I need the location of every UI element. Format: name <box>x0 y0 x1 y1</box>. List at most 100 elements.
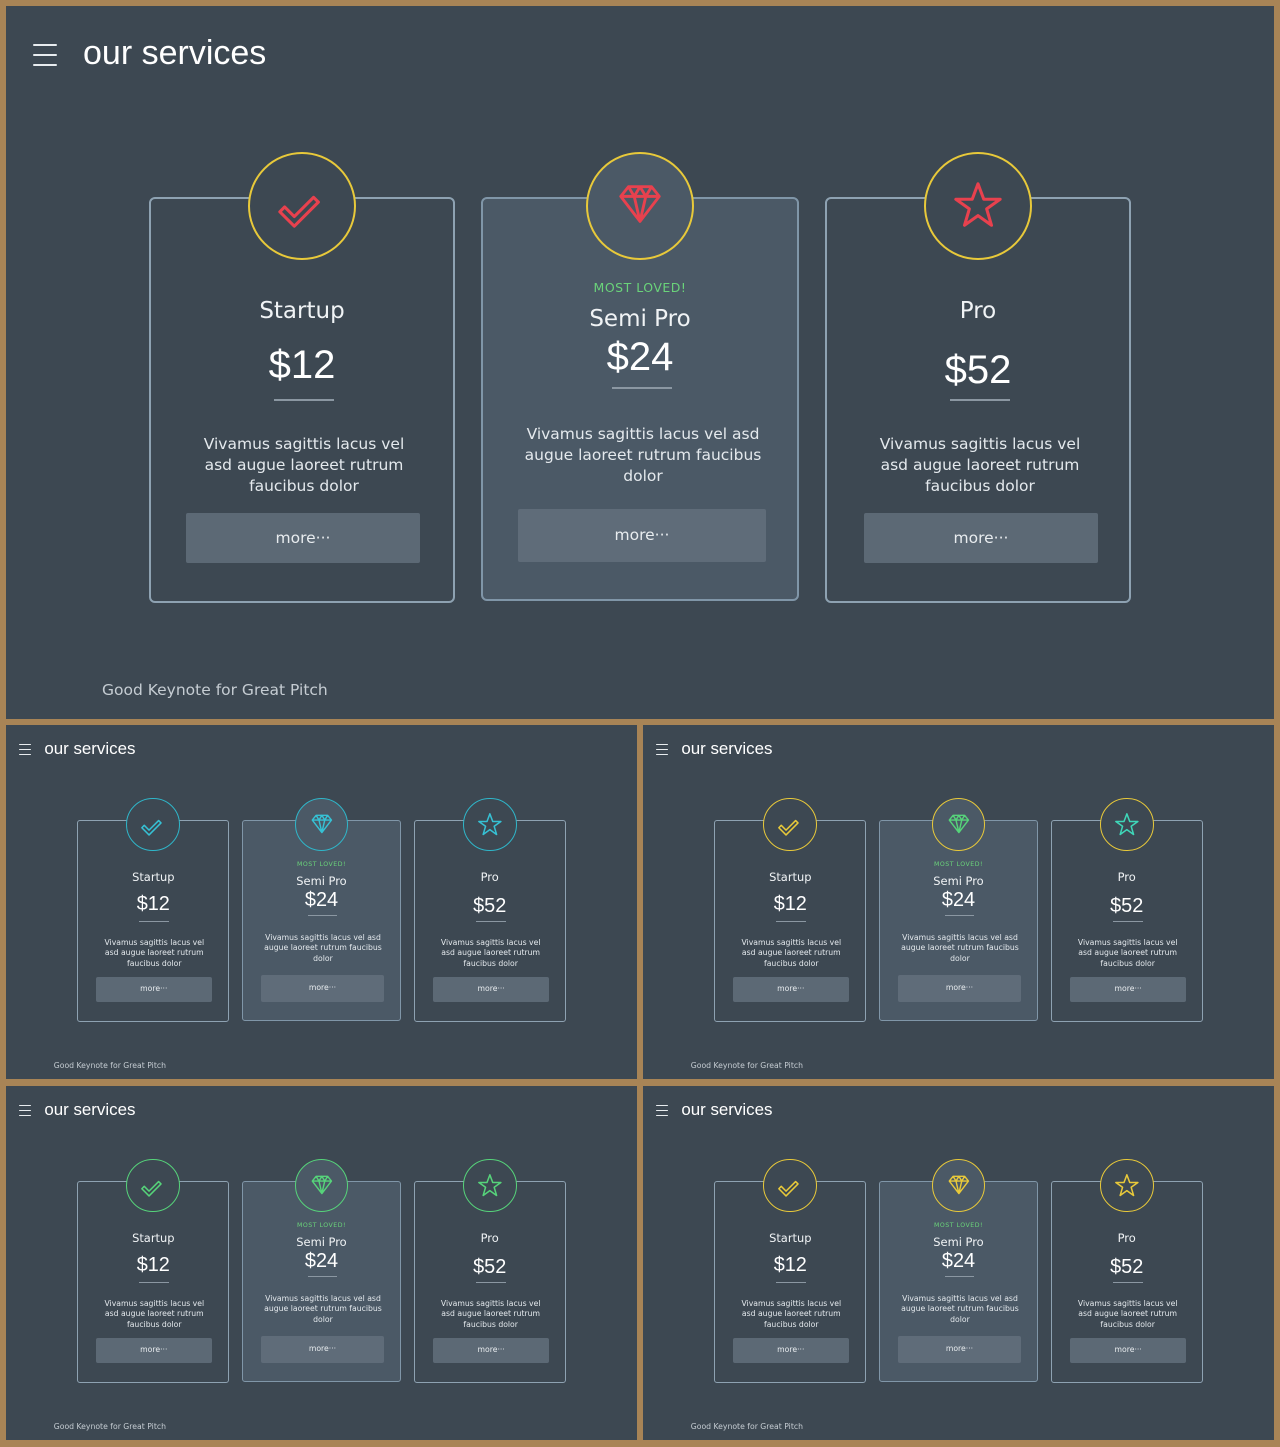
price-divider <box>944 914 975 916</box>
menu-icon[interactable] <box>656 743 669 759</box>
most-loved-tag: MOST LOVED! <box>297 1222 346 1230</box>
slide-5: our services Good Keynote for Great Pitch… <box>643 1086 1274 1440</box>
plan-price: $24 <box>304 888 339 911</box>
most-loved-tag: MOST LOVED! <box>934 1222 983 1230</box>
most-loved-tag: MOST LOVED! <box>593 280 687 295</box>
plan-icon-circle <box>931 797 986 852</box>
plan-name: Startup <box>259 298 345 324</box>
more-button[interactable]: more··· <box>518 509 766 562</box>
more-button[interactable]: more··· <box>260 975 385 1002</box>
plan-icon-circle <box>126 797 181 852</box>
plan-description: Vivamus sagittis lacus vel asd augue lao… <box>440 1298 541 1329</box>
pricing-card-pro: Pro $52 Vivamus sagittis lacus vel asd aug… <box>825 152 1131 603</box>
more-button[interactable]: more··· <box>432 1338 550 1364</box>
more-button[interactable]: more··· <box>864 513 1098 563</box>
more-button[interactable]: more··· <box>732 977 849 1003</box>
plan-name: Startup <box>132 870 175 885</box>
price-divider <box>612 387 672 389</box>
more-button[interactable]: more··· <box>1069 1338 1187 1364</box>
plan-icon-circle <box>1099 1158 1154 1213</box>
slide-4: our services Good Keynote for Great Pitch… <box>6 1086 637 1440</box>
pricing-card-semipro: MOST LOVED! Semi Pro $24 Vivamus sagittis l… <box>879 797 1038 1022</box>
most-loved-tag: MOST LOVED! <box>934 861 983 869</box>
slide-1: our services Good Keynote for Great Pitch… <box>6 6 1274 719</box>
more-button[interactable]: more··· <box>95 1338 212 1364</box>
plan-icon-circle <box>294 797 349 852</box>
more-button[interactable]: more··· <box>186 513 420 563</box>
plan-price: $12 <box>773 892 807 915</box>
plan-price: $12 <box>268 343 336 387</box>
plan-name: Startup <box>132 1231 175 1246</box>
footer-text: Good Keynote for Great Pitch <box>53 1060 166 1070</box>
menu-icon[interactable] <box>33 44 57 74</box>
price-divider <box>1112 920 1143 922</box>
plan-price: $24 <box>941 888 976 911</box>
slide-3: our services Good Keynote for Great Pitch… <box>643 725 1274 1079</box>
pricing-card-semipro: MOST LOVED! Semi Pro $24 Vivamus sagittis l… <box>242 797 401 1022</box>
more-button[interactable]: more··· <box>897 975 1022 1002</box>
plan-icon-circle <box>586 152 694 260</box>
plan-name: Pro <box>1117 870 1136 885</box>
plan-price: $52 <box>473 895 507 918</box>
plan-icon-circle <box>763 797 818 852</box>
plan-icon-circle <box>763 1158 818 1213</box>
plan-name: Semi Pro <box>589 306 691 332</box>
page-title: our services <box>44 1099 136 1119</box>
plan-description: Vivamus sagittis lacus vel asd augue lao… <box>879 435 1081 495</box>
plan-icon-circle <box>126 1158 181 1213</box>
plan-price: $52 <box>944 348 1012 392</box>
plan-price: $52 <box>1110 895 1144 918</box>
plan-price: $52 <box>1110 1256 1144 1279</box>
plan-name: Pro <box>1117 1231 1136 1246</box>
price-divider <box>307 914 338 916</box>
price-divider <box>139 920 170 922</box>
more-button[interactable]: more··· <box>897 1336 1022 1363</box>
pricing-card-startup: Startup $12 Vivamus sagittis lacus vel asd… <box>714 797 867 1023</box>
plan-description: Vivamus sagittis lacus vel asd augue lao… <box>104 1298 205 1329</box>
price-divider <box>1112 1281 1143 1283</box>
more-button[interactable]: more··· <box>1069 977 1187 1003</box>
plan-name: Startup <box>769 1231 812 1246</box>
menu-icon[interactable] <box>19 1104 32 1120</box>
pricing-card-startup: Startup $12 Vivamus sagittis lacus vel asd… <box>77 1158 230 1384</box>
price-divider <box>776 920 807 922</box>
plan-description: Vivamus sagittis lacus vel asd augue lao… <box>741 1298 842 1329</box>
plan-price: $12 <box>136 892 170 915</box>
more-button[interactable]: more··· <box>260 1336 385 1363</box>
price-divider <box>274 399 334 401</box>
more-button[interactable]: more··· <box>732 1338 849 1364</box>
plan-icon-circle <box>462 797 517 852</box>
footer-text: Good Keynote for Great Pitch <box>690 1060 803 1070</box>
page-title: our services <box>83 34 267 72</box>
plan-description: Vivamus sagittis lacus vel asd augue lao… <box>901 933 1019 963</box>
footer-text: Good Keynote for Great Pitch <box>53 1421 166 1431</box>
more-button[interactable]: more··· <box>95 977 212 1003</box>
plan-description: Vivamus sagittis lacus vel asd augue lao… <box>203 435 405 495</box>
plan-price: $24 <box>941 1249 976 1272</box>
price-divider <box>950 399 1010 401</box>
plan-icon-circle <box>1099 797 1154 852</box>
plan-description: Vivamus sagittis lacus vel asd augue lao… <box>264 1294 382 1324</box>
page-title: our services <box>681 1099 773 1119</box>
plan-name: Pro <box>480 870 499 885</box>
plan-description: Vivamus sagittis lacus vel asd augue lao… <box>1077 937 1178 968</box>
pricing-card-startup: Startup $12 Vivamus sagittis lacus vel asd… <box>77 797 230 1023</box>
plan-icon-circle <box>462 1158 517 1213</box>
plan-name: Semi Pro <box>296 874 347 889</box>
plan-price: $52 <box>473 1256 507 1279</box>
more-button[interactable]: more··· <box>432 977 550 1003</box>
menu-icon[interactable] <box>19 743 32 759</box>
price-divider <box>139 1281 170 1283</box>
plan-description: Vivamus sagittis lacus vel asd augue lao… <box>104 937 205 968</box>
plan-name: Startup <box>769 870 812 885</box>
pricing-card-pro: Pro $52 Vivamus sagittis lacus vel asd aug… <box>413 1158 566 1384</box>
pricing-card-pro: Pro $52 Vivamus sagittis lacus vel asd aug… <box>413 797 566 1023</box>
plan-icon-circle <box>931 1158 986 1213</box>
menu-icon[interactable] <box>656 1104 669 1120</box>
plan-name: Pro <box>959 298 997 324</box>
plan-icon-circle <box>294 1158 349 1213</box>
plan-icon-circle <box>924 152 1032 260</box>
pricing-card-pro: Pro $52 Vivamus sagittis lacus vel asd aug… <box>1050 797 1203 1023</box>
plan-price: $24 <box>304 1249 339 1272</box>
page-title: our services <box>681 738 773 758</box>
